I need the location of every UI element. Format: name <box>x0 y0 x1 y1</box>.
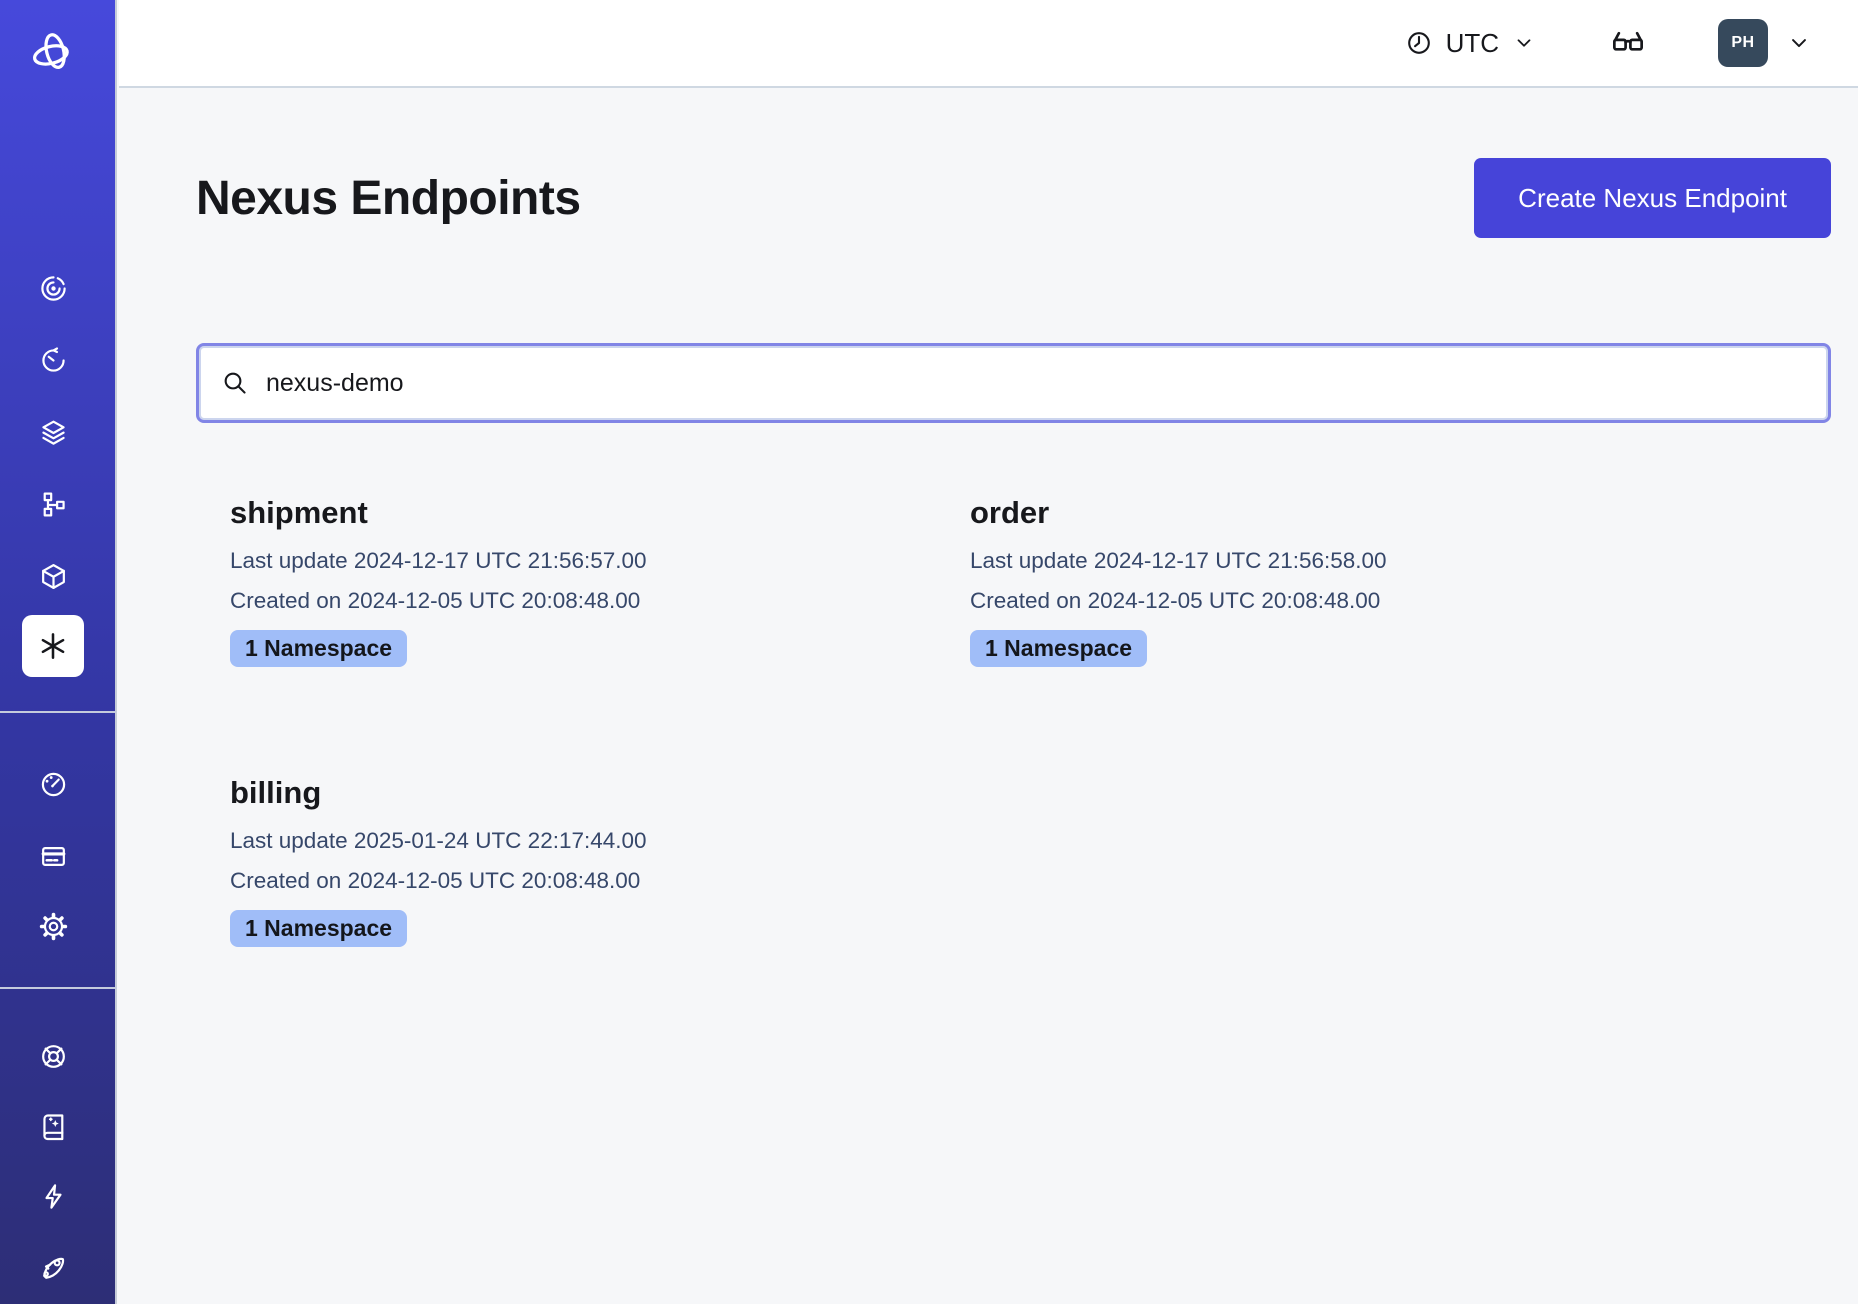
timezone-selector[interactable]: UTC <box>1405 28 1536 59</box>
workflows-spiral-icon <box>38 273 69 304</box>
sidebar-divider <box>0 987 117 989</box>
sidebar-item-billing[interactable] <box>27 830 79 882</box>
account-menu[interactable]: PH <box>1718 19 1812 67</box>
docs-book-icon <box>38 1111 69 1142</box>
create-nexus-endpoint-button[interactable]: Create Nexus Endpoint <box>1474 158 1831 238</box>
endpoint-created: Created on 2024-12-05 UTC 20:08:48.00 <box>970 581 1710 621</box>
temporal-logo[interactable] <box>24 26 82 80</box>
endpoint-card-shipment[interactable]: shipment Last update 2024-12-17 UTC 21:5… <box>230 495 970 667</box>
feedback-lightning-icon <box>38 1181 69 1212</box>
deployments-layers-icon <box>38 417 69 448</box>
getting-started-rocket-icon <box>38 1251 69 1282</box>
endpoint-last-update: Last update 2024-12-17 UTC 21:56:57.00 <box>230 541 970 581</box>
search-box <box>196 343 1831 423</box>
sidebar-item-batch-operations[interactable] <box>27 478 79 530</box>
glasses-icon <box>1610 25 1646 61</box>
billing-card-icon <box>38 841 69 872</box>
sidebar-item-schedules[interactable] <box>27 334 79 386</box>
app-root: UTC PH Nexus Endpoints Create Nexus Endp… <box>0 0 1858 1304</box>
endpoint-card-order[interactable]: order Last update 2024-12-17 UTC 21:56:5… <box>970 495 1710 667</box>
endpoint-card-billing[interactable]: billing Last update 2025-01-24 UTC 22:17… <box>230 775 970 947</box>
sidebar-item-settings[interactable] <box>27 900 79 952</box>
data-converter-button[interactable] <box>1610 25 1646 61</box>
workers-cube-icon <box>38 561 69 592</box>
sidebar-item-nexus-active[interactable] <box>22 615 84 677</box>
namespace-badge: 1 Namespace <box>230 910 407 947</box>
main-content: Nexus Endpoints Create Nexus Endpoint sh… <box>119 90 1858 1304</box>
sidebar-item-getting-started[interactable] <box>27 1240 79 1292</box>
avatar: PH <box>1718 19 1768 67</box>
chevron-down-icon <box>1786 30 1812 56</box>
sidebar-item-workers[interactable] <box>27 550 79 602</box>
search-input[interactable] <box>264 368 1806 399</box>
endpoint-created: Created on 2024-12-05 UTC 20:08:48.00 <box>230 861 970 901</box>
sidebar-item-feedback[interactable] <box>27 1170 79 1222</box>
sidebar-item-deployments[interactable] <box>27 406 79 458</box>
sidebar-item-support[interactable] <box>27 1030 79 1082</box>
chevron-down-icon <box>1512 31 1536 55</box>
search-icon <box>221 369 249 397</box>
settings-gear-icon <box>38 911 69 942</box>
namespace-badge: 1 Namespace <box>230 630 407 667</box>
endpoint-last-update: Last update 2025-01-24 UTC 22:17:44.00 <box>230 821 970 861</box>
endpoint-created: Created on 2024-12-05 UTC 20:08:48.00 <box>230 581 970 621</box>
endpoint-name: billing <box>230 775 970 811</box>
sidebar-item-usage[interactable] <box>27 758 79 810</box>
sidebar-item-workflows[interactable] <box>27 262 79 314</box>
clock-icon <box>1405 29 1433 57</box>
page-title: Nexus Endpoints <box>196 171 581 226</box>
namespace-badge: 1 Namespace <box>970 630 1147 667</box>
topbar: UTC PH <box>119 0 1858 88</box>
sidebar-item-docs[interactable] <box>27 1100 79 1152</box>
endpoint-last-update: Last update 2024-12-17 UTC 21:56:58.00 <box>970 541 1710 581</box>
sidebar-divider <box>0 711 117 713</box>
page-header: Nexus Endpoints Create Nexus Endpoint <box>196 158 1831 238</box>
nexus-asterisk-icon <box>36 629 70 663</box>
usage-gauge-icon <box>38 769 69 800</box>
sidebar <box>0 0 117 1304</box>
batch-operations-icon <box>38 489 69 520</box>
schedules-timer-icon <box>38 345 69 376</box>
endpoints-grid: shipment Last update 2024-12-17 UTC 21:5… <box>230 495 1831 947</box>
timezone-label: UTC <box>1446 28 1499 59</box>
support-lifebuoy-icon <box>38 1041 69 1072</box>
endpoint-name: order <box>970 495 1710 531</box>
temporal-logo-icon <box>27 30 79 76</box>
endpoint-name: shipment <box>230 495 970 531</box>
